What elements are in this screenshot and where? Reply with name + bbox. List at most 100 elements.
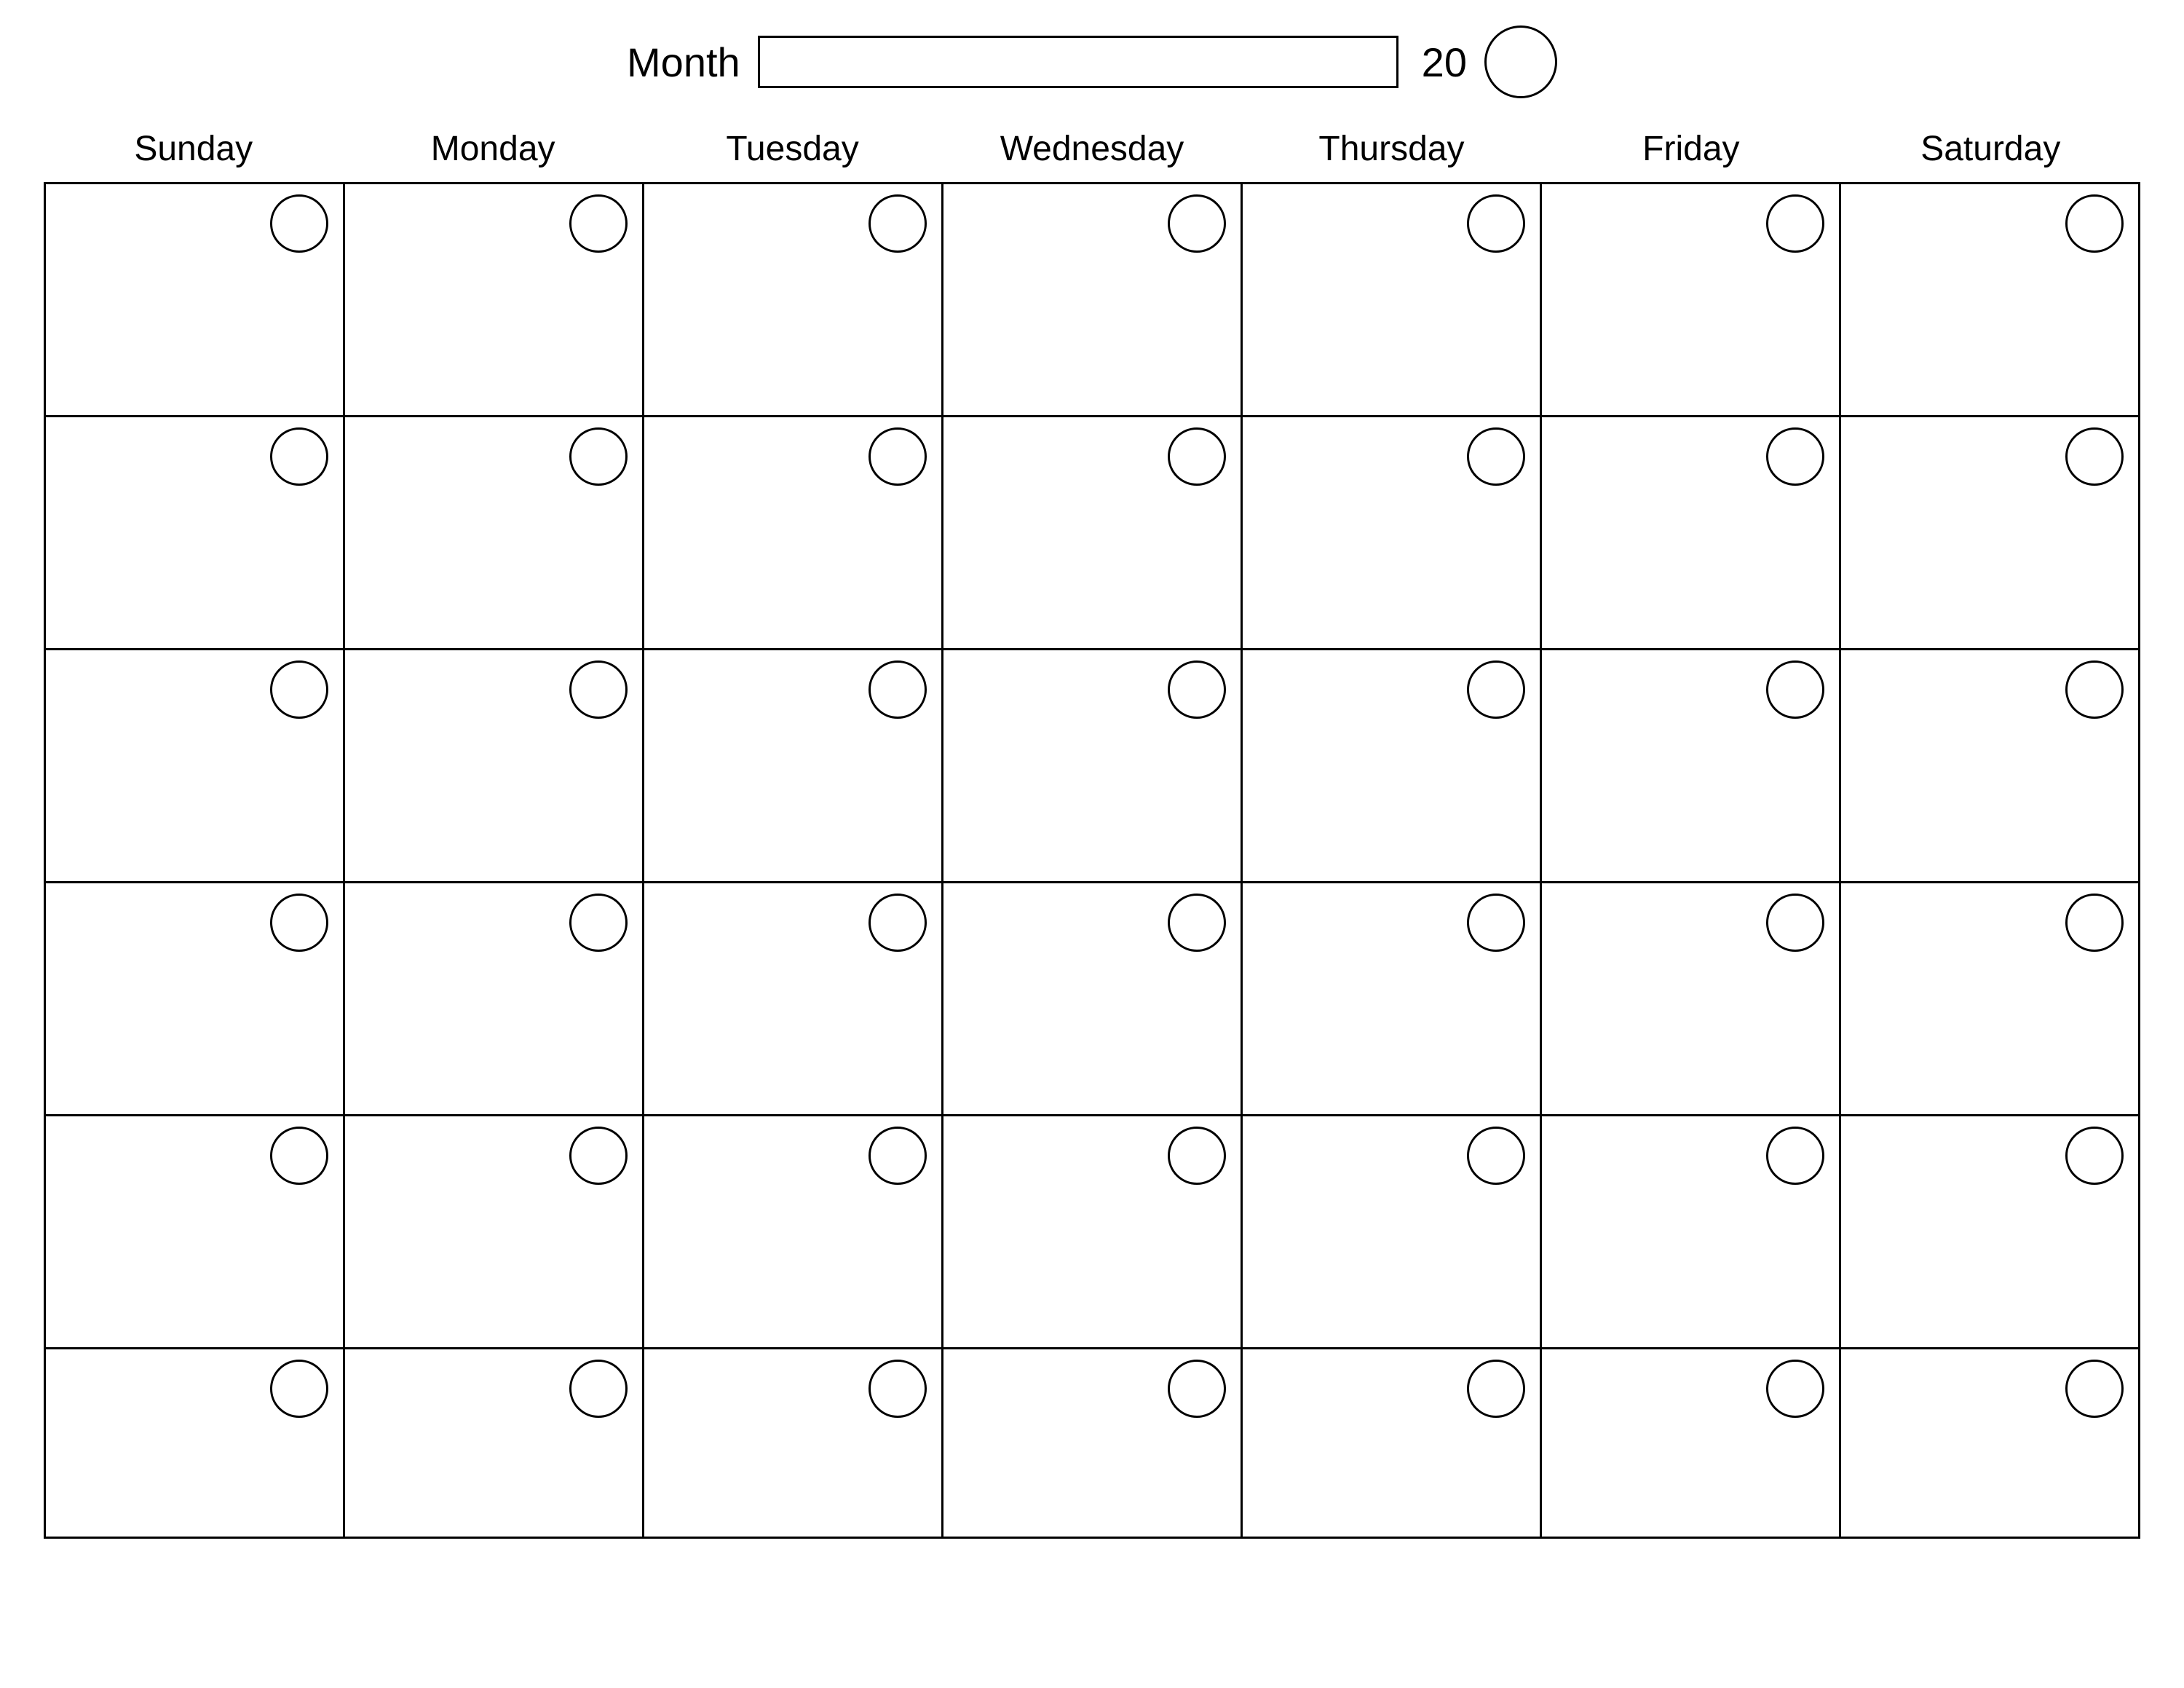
calendar-cell[interactable] [345,1116,644,1349]
calendar-cell[interactable] [943,417,1243,650]
day-number-circle[interactable] [1766,660,1824,719]
calendar-cell[interactable] [1243,650,1542,883]
calendar-cell[interactable] [1243,417,1542,650]
day-number-circle[interactable] [569,660,628,719]
calendar-cell[interactable] [943,650,1243,883]
weekday-monday: Monday [343,117,642,182]
calendar-cell[interactable] [644,184,943,417]
calendar-cell[interactable] [644,417,943,650]
day-number-circle[interactable] [2065,427,2124,486]
calendar-cell[interactable] [1841,1349,2140,1539]
calendar-cell[interactable] [644,1116,943,1349]
weekday-header-row: Sunday Monday Tuesday Wednesday Thursday… [44,117,2140,182]
weekday-sunday: Sunday [44,117,343,182]
day-number-circle[interactable] [1766,894,1824,952]
day-number-circle[interactable] [1467,660,1525,719]
day-number-circle[interactable] [270,1360,328,1418]
calendar-cell[interactable] [644,883,943,1116]
calendar-cell[interactable] [644,1349,943,1539]
calendar-cell[interactable] [1542,184,1841,417]
calendar-cell[interactable] [345,417,644,650]
calendar-cell[interactable] [46,1349,345,1539]
calendar-cell[interactable] [1542,1116,1841,1349]
calendar-cell[interactable] [1243,1116,1542,1349]
calendar-page: Month 20 Sunday Monday Tuesday Wednesday… [0,0,2184,1688]
day-number-circle[interactable] [270,427,328,486]
day-number-circle[interactable] [2065,194,2124,253]
day-number-circle[interactable] [869,894,927,952]
calendar-cell[interactable] [943,1349,1243,1539]
calendar-cell[interactable] [345,184,644,417]
calendar-cell[interactable] [1542,1349,1841,1539]
day-number-circle[interactable] [1467,894,1525,952]
day-number-circle[interactable] [869,1127,927,1185]
day-number-circle[interactable] [1168,1127,1226,1185]
day-number-circle[interactable] [1168,194,1226,253]
day-number-circle[interactable] [1766,427,1824,486]
calendar-cell[interactable] [46,184,345,417]
calendar-cell[interactable] [1841,417,2140,650]
day-number-circle[interactable] [1766,1360,1824,1418]
day-number-circle[interactable] [569,1127,628,1185]
day-number-circle[interactable] [1467,427,1525,486]
calendar-cell[interactable] [46,883,345,1116]
calendar-cell[interactable] [1243,184,1542,417]
day-number-circle[interactable] [2065,1360,2124,1418]
calendar-cell[interactable] [345,1349,644,1539]
day-number-circle[interactable] [270,194,328,253]
calendar-cell[interactable] [1243,883,1542,1116]
calendar-cell[interactable] [1841,650,2140,883]
calendar-cell[interactable] [46,417,345,650]
calendar-cell[interactable] [46,1116,345,1349]
calendar-cell[interactable] [1542,883,1841,1116]
day-number-circle[interactable] [1168,894,1226,952]
day-number-circle[interactable] [1467,194,1525,253]
day-number-circle[interactable] [1168,427,1226,486]
calendar-cell[interactable] [1542,417,1841,650]
day-number-circle[interactable] [270,660,328,719]
calendar-cell[interactable] [1542,650,1841,883]
month-label: Month [627,39,740,86]
day-number-circle[interactable] [2065,894,2124,952]
calendar-cell[interactable] [943,1116,1243,1349]
day-number-circle[interactable] [1168,1360,1226,1418]
weekday-friday: Friday [1541,117,1840,182]
calendar-cell[interactable] [1841,184,2140,417]
day-number-circle[interactable] [569,194,628,253]
calendar-grid [44,182,2140,1539]
day-number-circle[interactable] [569,427,628,486]
day-number-circle[interactable] [869,660,927,719]
calendar-cell[interactable] [1841,883,2140,1116]
year-input-circle[interactable] [1484,25,1557,98]
calendar-cell[interactable] [943,883,1243,1116]
calendar-cell[interactable] [345,650,644,883]
day-number-circle[interactable] [2065,1127,2124,1185]
calendar-cell[interactable] [644,650,943,883]
day-number-circle[interactable] [270,1127,328,1185]
day-number-circle[interactable] [569,1360,628,1418]
calendar-cell[interactable] [345,883,644,1116]
day-number-circle[interactable] [869,194,927,253]
weekday-wednesday: Wednesday [942,117,1241,182]
calendar-header: Month 20 [0,22,2184,102]
day-number-circle[interactable] [1766,1127,1824,1185]
day-number-circle[interactable] [1467,1127,1525,1185]
day-number-circle[interactable] [2065,660,2124,719]
weekday-tuesday: Tuesday [643,117,942,182]
calendar-cell[interactable] [943,184,1243,417]
calendar-body: Sunday Monday Tuesday Wednesday Thursday… [44,117,2140,1539]
day-number-circle[interactable] [270,894,328,952]
day-number-circle[interactable] [569,894,628,952]
weekday-saturday: Saturday [1841,117,2140,182]
weekday-thursday: Thursday [1242,117,1541,182]
day-number-circle[interactable] [1467,1360,1525,1418]
day-number-circle[interactable] [1168,660,1226,719]
calendar-cell[interactable] [1243,1349,1542,1539]
calendar-cell[interactable] [1841,1116,2140,1349]
month-input-box[interactable] [758,36,1398,88]
day-number-circle[interactable] [869,427,927,486]
day-number-circle[interactable] [1766,194,1824,253]
day-number-circle[interactable] [869,1360,927,1418]
calendar-cell[interactable] [46,650,345,883]
year-prefix-label: 20 [1422,39,1467,86]
